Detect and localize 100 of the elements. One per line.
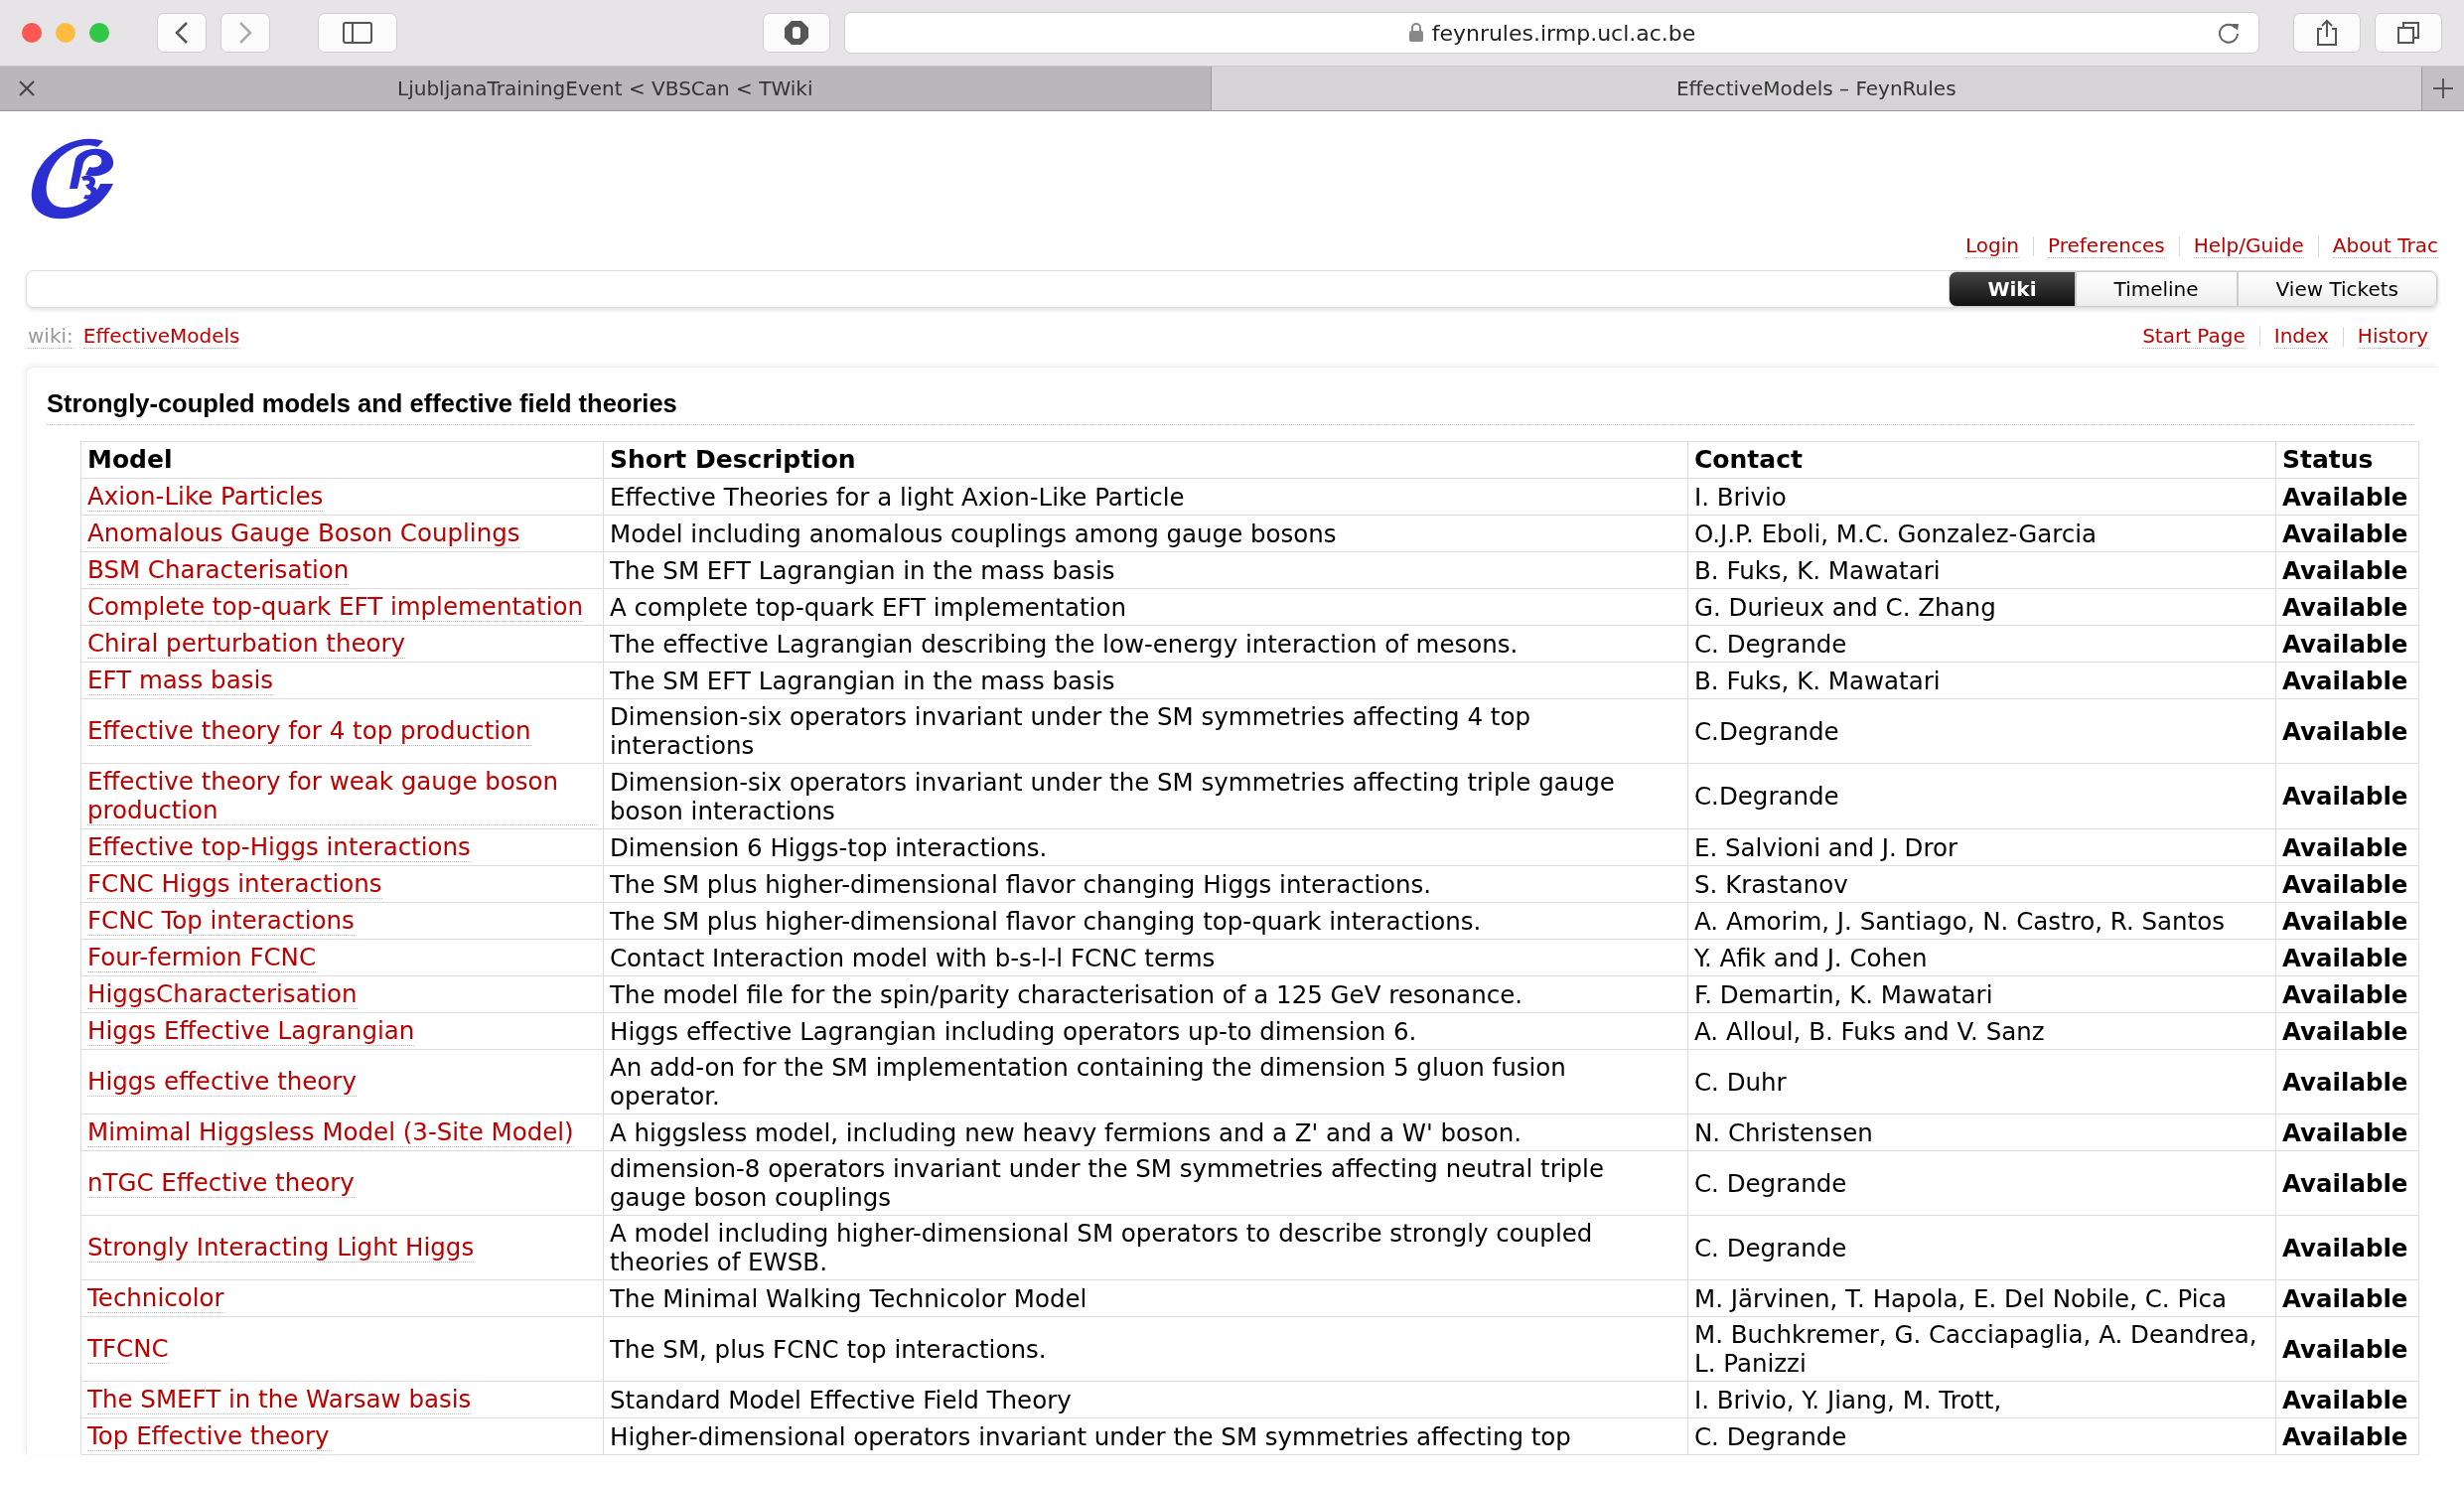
contact-cell: E. Salvioni and J. Dror: [1687, 828, 2276, 866]
model-link[interactable]: Effective theory for 4 top production: [87, 716, 531, 746]
status-cell: Available: [2275, 1279, 2419, 1317]
close-window-icon[interactable]: [22, 23, 42, 43]
contact-cell: O.J.P. Eboli, M.C. Gonzalez-Garcia: [1687, 515, 2276, 552]
status-cell: Available: [2275, 478, 2419, 516]
browser-tab[interactable]: LjubljanaTrainingEvent < VBSCan < TWiki: [0, 67, 1212, 110]
new-tab-icon[interactable]: [2432, 77, 2454, 99]
model-link[interactable]: Complete top-quark EFT implementation: [87, 592, 583, 622]
column-header: Model: [80, 441, 604, 479]
chevron-right-icon: [237, 21, 253, 45]
status-cell: Available: [2275, 1114, 2419, 1151]
contact-cell: G. Durieux and C. Zhang: [1687, 588, 2276, 626]
description-cell: The model file for the spin/parity characterisation of a 125 GeV resonance.: [603, 975, 1688, 1013]
close-tab-icon[interactable]: [18, 79, 36, 97]
address-bar[interactable]: feynrules.irmp.ucl.ac.be: [844, 12, 2259, 54]
model-link[interactable]: Strongly Interacting Light Higgs: [87, 1233, 475, 1263]
contact-cell: N. Christensen: [1687, 1114, 2276, 1151]
description-cell: Standard Model Effective Field Theory: [603, 1381, 1688, 1418]
model-link[interactable]: Mimimal Higgsless Model (3-Site Model): [87, 1117, 574, 1147]
contact-cell: C. Degrande: [1687, 625, 2276, 663]
contact-cell: C. Duhr: [1687, 1049, 2276, 1114]
description-cell: The SM plus higher-dimensional flavor changing top-quark interactions.: [603, 902, 1688, 940]
back-button[interactable]: [157, 13, 207, 53]
model-link[interactable]: Top Effective theory: [87, 1421, 330, 1451]
status-cell: Available: [2275, 1381, 2419, 1418]
status-cell: Available: [2275, 662, 2419, 699]
description-cell: A model including higher-dimensional SM operators to describe strongly coupled theories of EWSB.: [603, 1215, 1688, 1280]
sidebar-button[interactable]: [318, 13, 397, 53]
meta-nav-link[interactable]: Preferences: [2048, 233, 2165, 258]
lock-icon: [1407, 23, 1424, 43]
context-nav-link[interactable]: Start Page: [2142, 324, 2246, 349]
tabs-icon: [2396, 21, 2420, 45]
description-cell: Dimension-six operators invariant under the SM symmetries affecting triple gauge boson interactions: [603, 763, 1688, 829]
model-link[interactable]: Four-fermion FCNC: [87, 943, 317, 972]
sidebar-icon: [343, 22, 372, 44]
tab-title: EffectiveModels – FeynRules: [1675, 76, 1957, 100]
contact-cell: Y. Afik and J. Cohen: [1687, 939, 2276, 976]
status-cell: Available: [2275, 1049, 2419, 1114]
section-heading: Strongly-coupled models and effective field theories: [47, 383, 2414, 425]
model-link[interactable]: FCNC Higgs interactions: [87, 869, 382, 899]
context-nav-link[interactable]: History: [2357, 324, 2428, 349]
status-cell: Available: [2275, 902, 2419, 940]
content-blocker-button[interactable]: [763, 13, 830, 53]
model-link[interactable]: Higgs effective theory: [87, 1067, 357, 1097]
context-nav-link[interactable]: Index: [2273, 324, 2329, 349]
nav-tab[interactable]: Wiki: [1949, 271, 2076, 307]
status-cell: Available: [2275, 515, 2419, 552]
model-link[interactable]: nTGC Effective theory: [87, 1168, 355, 1198]
contact-cell: F. Demartin, K. Mawatari: [1687, 975, 2276, 1013]
breadcrumb-link[interactable]: EffectiveModels: [82, 324, 240, 349]
status-cell: Available: [2275, 1417, 2419, 1455]
description-cell: The SM, plus FCNC top interactions.: [603, 1316, 1688, 1382]
model-link[interactable]: Chiral perturbation theory: [87, 629, 406, 659]
description-cell: Dimension-six operators invariant under the SM symmetries affecting 4 top interactions: [603, 698, 1688, 764]
status-cell: Available: [2275, 588, 2419, 626]
model-link[interactable]: HiggsCharacterisation: [87, 979, 358, 1009]
contact-cell: I. Brivio, Y. Jiang, M. Trott,: [1687, 1381, 2276, 1418]
status-cell: Available: [2275, 1316, 2419, 1382]
tab-title: LjubljanaTrainingEvent < VBSCan < TWiki: [397, 76, 813, 100]
contact-cell: A. Alloul, B. Fuks and V. Sanz: [1687, 1012, 2276, 1050]
model-link[interactable]: Technicolor: [87, 1283, 224, 1313]
meta-nav-link[interactable]: Help/Guide: [2193, 233, 2304, 258]
browser-tab[interactable]: EffectiveModels – FeynRules: [1211, 67, 2422, 110]
status-cell: Available: [2275, 698, 2419, 764]
contact-cell: C. Degrande: [1687, 1417, 2276, 1455]
description-cell: The SM plus higher-dimensional flavor changing Higgs interactions.: [603, 865, 1688, 903]
meta-nav-link[interactable]: About Trac: [2332, 233, 2438, 258]
meta-nav-link[interactable]: Login: [1965, 233, 2020, 258]
contact-cell: B. Fuks, K. Mawatari: [1687, 551, 2276, 589]
model-link[interactable]: Effective theory for weak gauge boson production: [87, 767, 597, 825]
nav-tab[interactable]: Timeline: [2075, 271, 2238, 307]
tabs-overview-button[interactable]: [2375, 13, 2442, 53]
contact-cell: B. Fuks, K. Mawatari: [1687, 662, 2276, 699]
status-cell: Available: [2275, 1150, 2419, 1216]
model-link[interactable]: Anomalous Gauge Boson Couplings: [87, 519, 520, 548]
model-link[interactable]: FCNC Top interactions: [87, 906, 355, 936]
status-cell: Available: [2275, 939, 2419, 976]
description-cell: Dimension 6 Higgs-top interactions.: [603, 828, 1688, 866]
model-link[interactable]: EFT mass basis: [87, 666, 273, 695]
description-cell: Higgs effective Lagrangian including operators up-to dimension 6.: [603, 1012, 1688, 1050]
status-cell: Available: [2275, 1012, 2419, 1050]
model-link[interactable]: Effective top-Higgs interactions: [87, 832, 471, 862]
contact-cell: M. Järvinen, T. Hapola, E. Del Nobile, C. Pica: [1687, 1279, 2276, 1317]
model-link[interactable]: The SMEFT in the Warsaw basis: [87, 1385, 472, 1414]
status-cell: Available: [2275, 865, 2419, 903]
model-link[interactable]: TFCNC: [87, 1334, 169, 1364]
status-cell: Available: [2275, 763, 2419, 829]
contact-cell: C.Degrande: [1687, 698, 2276, 764]
nav-tab[interactable]: View Tickets: [2237, 271, 2437, 307]
model-link[interactable]: Axion-Like Particles: [87, 482, 324, 512]
contact-cell: M. Buchkremer, G. Cacciapaglia, A. Deandrea, L. Panizzi: [1687, 1316, 2276, 1382]
column-header: Contact: [1687, 441, 2276, 479]
description-cell: Effective Theories for a light Axion-Like Particle: [603, 478, 1688, 516]
share-button[interactable]: [2293, 13, 2361, 53]
description-cell: Model including anomalous couplings among gauge bosons: [603, 515, 1688, 552]
model-link[interactable]: Higgs Effective Lagrangian: [87, 1016, 415, 1046]
reload-icon[interactable]: [2217, 21, 2241, 45]
description-cell: The SM EFT Lagrangian in the mass basis: [603, 662, 1688, 699]
model-link[interactable]: BSM Characterisation: [87, 555, 350, 585]
